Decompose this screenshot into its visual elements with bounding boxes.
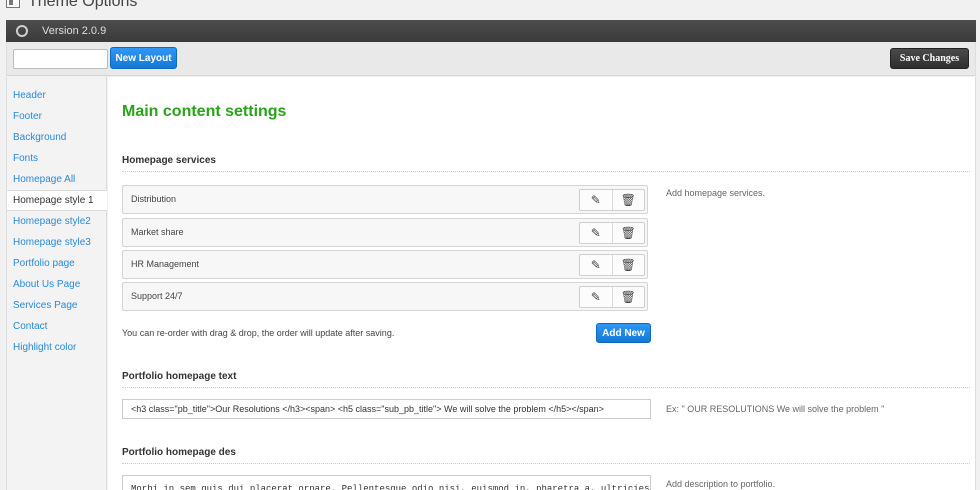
service-label: Support 24/7 xyxy=(131,291,183,301)
service-label: Distribution xyxy=(131,194,177,204)
sidebar: Header Footer Background Fonts Homepage … xyxy=(6,77,107,490)
divider xyxy=(122,387,970,388)
sidebar-item-homepage-style-1[interactable]: Homepage style 1 xyxy=(7,190,107,211)
service-row[interactable]: HR Management ✎ 🗑 xyxy=(122,250,648,279)
trash-icon[interactable]: 🗑 xyxy=(611,287,645,307)
sidebar-item-homepage-style3[interactable]: Homepage style3 xyxy=(7,232,106,253)
sidebar-menu: Header Footer Background Fonts Homepage … xyxy=(7,77,107,358)
page-heading: Theme Options xyxy=(0,0,137,12)
service-row[interactable]: Market share ✎ 🗑 xyxy=(122,218,648,247)
portfolio-des-textarea[interactable]: Morbi in sem quis dui placerat ornare. P… xyxy=(122,475,651,490)
new-layout-button[interactable]: New Layout xyxy=(110,47,177,69)
row-actions: ✎ 🗑 xyxy=(579,222,645,244)
search-input[interactable] xyxy=(13,49,108,69)
sidebar-item-services-page[interactable]: Services Page xyxy=(7,295,106,316)
reorder-note: You can re-order with drag & drop, the o… xyxy=(122,328,395,338)
sidebar-item-contact[interactable]: Contact xyxy=(7,316,106,337)
sidebar-item-portfolio-page[interactable]: Portfolio page xyxy=(7,253,106,274)
sidebar-item-homepage-all[interactable]: Homepage All xyxy=(7,169,106,190)
row-actions: ✎ 🗑 xyxy=(579,286,645,308)
row-actions: ✎ 🗑 xyxy=(579,189,645,211)
trash-icon[interactable]: 🗑 xyxy=(611,255,645,275)
service-label: HR Management xyxy=(131,259,200,269)
top-bar: Version 2.0.9 xyxy=(6,20,976,42)
row-actions: ✎ 🗑 xyxy=(579,254,645,276)
portfolio-des-title: Portfolio homepage des xyxy=(122,447,236,458)
sidebar-item-about-us-page[interactable]: About Us Page xyxy=(7,274,106,295)
portfolio-text-title: Portfolio homepage text xyxy=(122,371,237,382)
version-label: Version 2.0.9 xyxy=(42,25,107,37)
sidebar-item-header[interactable]: Header xyxy=(7,85,106,106)
portfolio-text-input[interactable]: <h3 class="pb_title">Our Resolutions </h… xyxy=(122,399,651,419)
sidebar-item-fonts[interactable]: Fonts xyxy=(7,148,106,169)
toolbar: New Layout Save Changes xyxy=(6,42,976,76)
service-row[interactable]: Distribution ✎ 🗑 xyxy=(122,185,648,214)
services-help-text: Add homepage services. xyxy=(666,188,766,198)
wordpress-logo-icon xyxy=(16,25,28,37)
portfolio-des-help: Add description to portfolio. xyxy=(666,479,776,489)
save-changes-button[interactable]: Save Changes xyxy=(890,48,969,69)
sidebar-item-footer[interactable]: Footer xyxy=(7,106,106,127)
sidebar-item-homepage-style2[interactable]: Homepage style2 xyxy=(7,211,106,232)
theme-options-icon xyxy=(6,0,20,8)
theme-options-page: Theme Options Version 2.0.9 New Layout S… xyxy=(0,0,980,490)
portfolio-text-help: Ex: " OUR RESOLUTIONS We will solve the … xyxy=(666,404,885,414)
homepage-services-title: Homepage services xyxy=(122,155,216,166)
page-title: Theme Options xyxy=(28,0,138,10)
sidebar-item-highlight-color[interactable]: Highlight color xyxy=(7,337,106,358)
pencil-icon[interactable]: ✎ xyxy=(580,223,612,243)
service-row[interactable]: Support 24/7 ✎ 🗑 xyxy=(122,282,648,311)
divider xyxy=(122,171,970,172)
service-label: Market share xyxy=(131,227,184,237)
divider xyxy=(122,463,970,464)
sidebar-item-background[interactable]: Background xyxy=(7,127,106,148)
main-content: Main content settings Homepage services … xyxy=(108,77,976,490)
trash-icon[interactable]: 🗑 xyxy=(611,190,645,210)
trash-icon[interactable]: 🗑 xyxy=(611,223,645,243)
pencil-icon[interactable]: ✎ xyxy=(580,287,612,307)
add-new-button[interactable]: Add New xyxy=(596,323,651,343)
pencil-icon[interactable]: ✎ xyxy=(580,190,612,210)
pencil-icon[interactable]: ✎ xyxy=(580,255,612,275)
main-title: Main content settings xyxy=(122,103,287,120)
